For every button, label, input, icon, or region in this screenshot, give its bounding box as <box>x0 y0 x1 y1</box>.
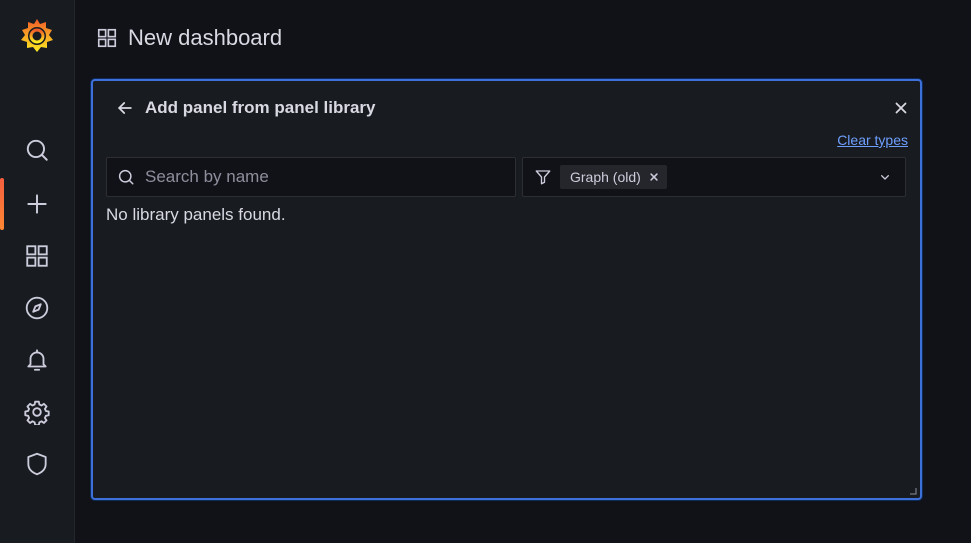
filter-icon <box>535 170 551 185</box>
arrow-left-icon[interactable] <box>115 98 135 118</box>
compass-icon <box>25 296 49 320</box>
panel-title: Add panel from panel library <box>145 98 376 117</box>
library-panel-picker: Add panel from panel library Clear types… <box>91 79 922 500</box>
empty-state-message: No library panels found. <box>106 205 286 224</box>
nav-configuration[interactable] <box>0 392 74 432</box>
close-icon[interactable] <box>892 99 910 117</box>
search-input[interactable] <box>143 166 507 188</box>
page-title[interactable]: New dashboard <box>128 25 282 51</box>
apps-icon <box>97 28 117 48</box>
nav-server-admin[interactable] <box>0 444 74 484</box>
clear-types-link[interactable]: Clear types <box>837 132 908 148</box>
search-field[interactable] <box>106 157 516 197</box>
filter-chip-label: Graph (old) <box>570 169 641 185</box>
nav-search[interactable] <box>0 130 74 170</box>
search-icon <box>26 139 48 161</box>
grafana-logo[interactable] <box>17 16 57 56</box>
search-icon <box>118 169 134 185</box>
panel-type-filter[interactable]: Graph (old) <box>522 157 906 197</box>
sidebar <box>0 0 75 543</box>
resize-handle-icon[interactable] <box>909 487 917 495</box>
bell-icon <box>27 349 47 371</box>
nav-create[interactable] <box>0 178 74 230</box>
panel-header: Add panel from panel library <box>115 98 376 118</box>
filter-chip: Graph (old) <box>560 165 667 189</box>
remove-chip-icon[interactable] <box>647 170 661 184</box>
shield-icon <box>27 452 47 476</box>
plus-icon <box>27 194 47 214</box>
cog-icon <box>24 400 50 425</box>
nav-explore[interactable] <box>0 288 74 328</box>
apps-icon <box>26 245 48 267</box>
nav-alerting[interactable] <box>0 340 74 380</box>
nav-dashboards[interactable] <box>0 236 74 276</box>
page-header: New dashboard <box>96 24 282 52</box>
chevron-down-icon[interactable] <box>877 169 893 185</box>
